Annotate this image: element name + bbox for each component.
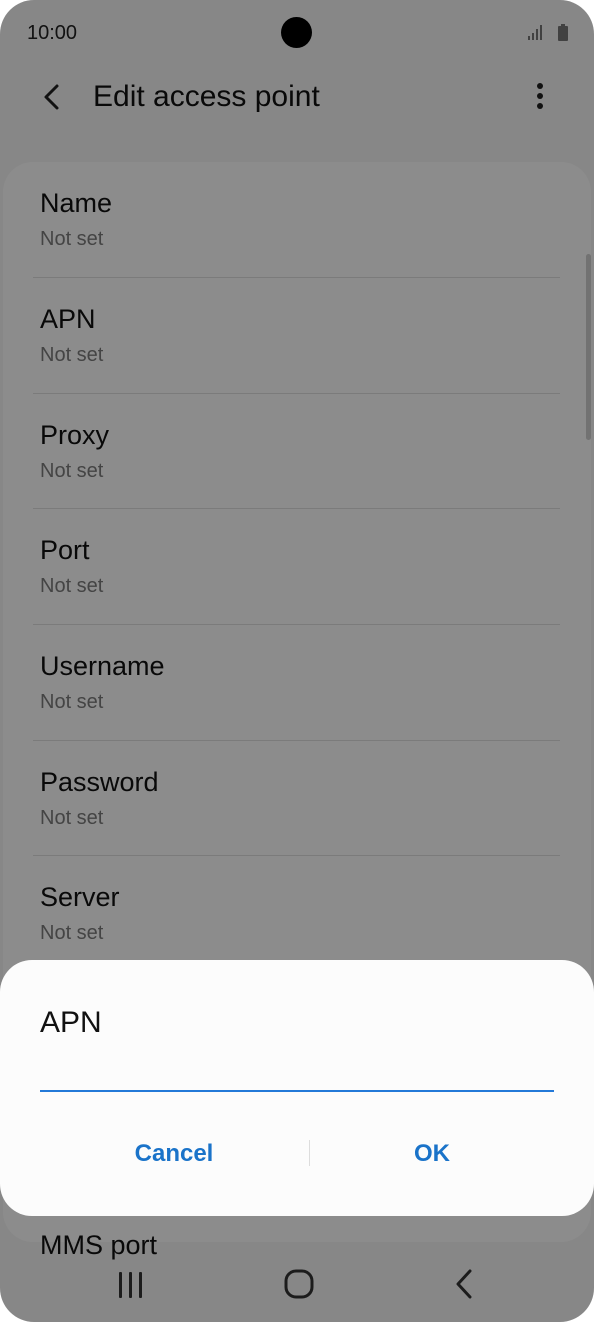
cancel-button[interactable]: Cancel	[44, 1130, 304, 1178]
phone-screen: 10:00 Edit access point Name Not set APN…	[0, 0, 594, 1322]
apn-dialog: APN Cancel OK	[0, 960, 594, 1216]
dialog-title: APN	[40, 1006, 102, 1039]
apn-input[interactable]	[40, 1060, 554, 1092]
ok-button[interactable]: OK	[302, 1130, 562, 1178]
